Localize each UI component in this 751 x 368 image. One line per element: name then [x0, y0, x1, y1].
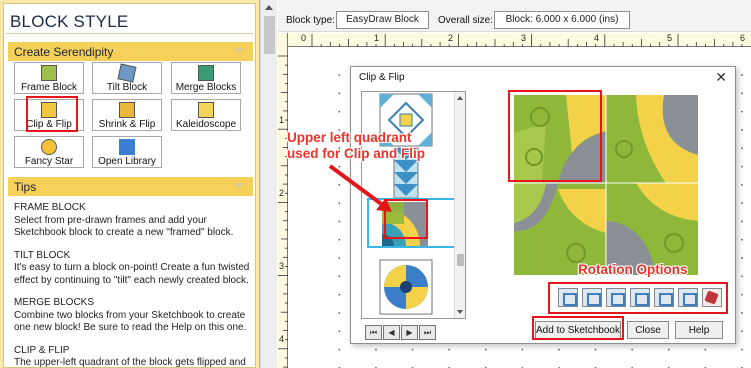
annotation-arrow: [328, 164, 392, 212]
